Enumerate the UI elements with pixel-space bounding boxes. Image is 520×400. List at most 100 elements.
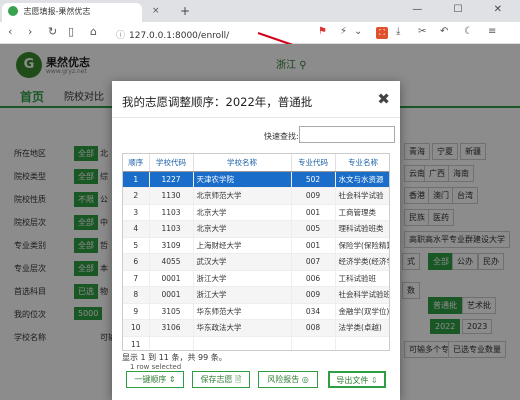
table-cell: 3106 — [149, 319, 194, 337]
table-cell: 034 — [291, 303, 336, 320]
table-cell: 经济学类(经济学) — [335, 253, 389, 271]
reader-icon[interactable]: ▯ — [68, 25, 74, 38]
reload-icon[interactable]: ↻ — [48, 25, 57, 38]
table-cell: 北京大学 — [193, 220, 292, 238]
table-cell: 3109 — [149, 237, 194, 254]
table-row[interactable]: 3 1103 北京大学 001 工商管理类 — [123, 204, 389, 221]
export-file-button[interactable]: 导出文件 ⇩ — [328, 371, 386, 388]
table-cell: 工科试验班 — [335, 270, 389, 287]
table-cell: 工商管理类 — [335, 204, 389, 221]
table-cell: 社会科学试验 — [335, 187, 389, 205]
table-cell: 10 — [123, 319, 150, 337]
table-cell — [193, 336, 292, 350]
extension-icon[interactable]: ⛶ — [376, 27, 388, 39]
dropdown-chevron-icon[interactable]: ⌄ — [354, 26, 362, 37]
table-cell: 法学类(卓越) — [335, 319, 389, 337]
table-cell: 502 — [291, 171, 336, 188]
scissors-icon[interactable]: ✂ — [418, 26, 426, 37]
table-row[interactable]: 2 1130 北京师范大学 009 社会科学试验 — [123, 187, 389, 205]
column-header[interactable]: 学校代码 — [149, 154, 194, 172]
table-cell: 浙江大学 — [193, 270, 292, 287]
table-cell: 3 — [123, 204, 150, 221]
table-cell: 上海财经大学 — [193, 237, 292, 254]
download-icon[interactable]: ⤓ — [396, 26, 400, 37]
table-cell: 1130 — [149, 187, 194, 205]
table-cell: 6 — [123, 253, 150, 271]
choices-table: 顺序 学校代码 学校名称 专业代码 专业名称 1 1227 天津农学院 502 水文与水资源 2 1… — [122, 153, 390, 351]
table-cell: 005 — [291, 220, 336, 238]
risk-report-button[interactable]: 风险报告 ◎ — [258, 371, 318, 388]
table-row[interactable]: 9 3105 华东师范大学 034 金融学(双学位) — [123, 303, 389, 320]
table-row[interactable]: 1 1227 天津农学院 502 水文与水资源 — [123, 171, 389, 188]
row-selected-info: 1 row selected — [130, 363, 182, 371]
table-cell: 3105 — [149, 303, 194, 320]
table-cell: 0001 — [149, 286, 194, 304]
address-bar: ‹ › ↻ ▯ ⌂ ⓘ 127.0.0.1:8000/enroll/ ⚑ ⚡ ⌄ … — [0, 22, 520, 53]
table-cell: 北京师范大学 — [193, 187, 292, 205]
flash-icon[interactable]: ⚡ — [340, 26, 347, 37]
url-field[interactable]: ⓘ 127.0.0.1:8000/enroll/ — [116, 28, 229, 41]
table-cell: 11 — [123, 336, 150, 350]
table-row[interactable]: 8 0001 浙江大学 009 社会科学试验班 — [123, 286, 389, 304]
table-cell: 009 — [291, 187, 336, 205]
browser-tab-bar: 志愿填报-果然优志 × + — ☐ ✕ — [0, 0, 520, 22]
divider — [112, 117, 400, 118]
table-cell: 001 — [291, 204, 336, 221]
auto-order-button[interactable]: 一键顺序 ⇕ — [126, 371, 184, 388]
table-cell: 北京大学 — [193, 204, 292, 221]
table-cell: 5 — [123, 237, 150, 254]
table-cell: 武汉大学 — [193, 253, 292, 271]
pagination-info: 显示 1 到 11 条，共 99 条。 — [122, 353, 227, 362]
table-cell: 009 — [291, 286, 336, 304]
tab-title: 志愿填报-果然优志 — [23, 7, 91, 16]
table-cell: 1103 — [149, 220, 194, 238]
forward-icon[interactable]: › — [28, 25, 32, 38]
table-row[interactable]: 10 3106 华东政法大学 008 法学类(卓越) — [123, 319, 389, 337]
table-row[interactable]: 53109上海财经大学001保险学(保险精算) — [123, 237, 389, 254]
tab-close-icon[interactable]: × — [152, 6, 160, 16]
table-cell: 001 — [291, 237, 336, 254]
reorder-dialog: 我的志愿调整顺序：2022年，普通批 ✖ 快速查找: 顺序 学校代码 学校名称 专业代… — [112, 81, 400, 400]
home-icon[interactable]: ⌂ — [90, 25, 97, 38]
new-tab-icon[interactable]: + — [180, 4, 190, 18]
info-icon: ⓘ — [116, 31, 126, 41]
table-cell: 理科试验班类 — [335, 220, 389, 238]
table-row[interactable]: 64055武汉大学007经济学类(经济学) — [123, 253, 389, 271]
table-cell: 4055 — [149, 253, 194, 271]
window-controls[interactable]: — ☐ ✕ — [412, 4, 516, 15]
table-cell: 1 — [123, 171, 150, 188]
close-icon[interactable]: ✖ — [377, 90, 390, 108]
column-header[interactable]: 专业代码 — [291, 154, 336, 172]
site-favicon-icon — [8, 6, 18, 16]
table-cell: 0001 — [149, 270, 194, 287]
column-header[interactable]: 顺序 — [123, 154, 150, 172]
table-cell: 9 — [123, 303, 150, 320]
menu-icon[interactable]: ≡ — [488, 26, 496, 37]
back-icon[interactable]: ‹ — [8, 25, 12, 38]
search-label: 快速查找: — [264, 132, 299, 141]
quick-search-input[interactable] — [299, 126, 395, 143]
table-cell: 水文与水资源 — [335, 171, 389, 188]
table-cell — [291, 336, 336, 350]
table-cell: 保险学(保险精算) — [335, 237, 389, 254]
save-choices-button[interactable]: 保存志愿 🗎 — [192, 371, 250, 388]
table-cell: 社会科学试验班 — [335, 286, 389, 304]
table-row[interactable]: 11 — [123, 336, 389, 350]
table-cell: 金融学(双学位) — [335, 303, 389, 320]
table-cell: 1227 — [149, 171, 194, 188]
browser-tab[interactable]: 志愿填报-果然优志 — [2, 3, 142, 22]
undo-icon[interactable]: ↶ — [440, 26, 448, 37]
table-cell — [335, 336, 389, 350]
night-mode-icon[interactable]: ☾ — [464, 26, 473, 37]
column-header[interactable]: 专业名称 — [335, 154, 389, 172]
table-row[interactable]: 4 1103 北京大学 005 理科试验班类 — [123, 220, 389, 238]
dialog-title: 我的志愿调整顺序：2022年，普通批 — [122, 95, 313, 109]
extension-alert-icon[interactable]: ⚑ — [318, 26, 327, 37]
table-cell: 华东师范大学 — [193, 303, 292, 320]
table-cell: 浙江大学 — [193, 286, 292, 304]
table-row[interactable]: 7 0001 浙江大学 006 工科试验班 — [123, 270, 389, 287]
table-cell — [149, 336, 194, 350]
table-cell: 4 — [123, 220, 150, 238]
column-header[interactable]: 学校名称 — [193, 154, 292, 172]
table-cell: 1103 — [149, 204, 194, 221]
